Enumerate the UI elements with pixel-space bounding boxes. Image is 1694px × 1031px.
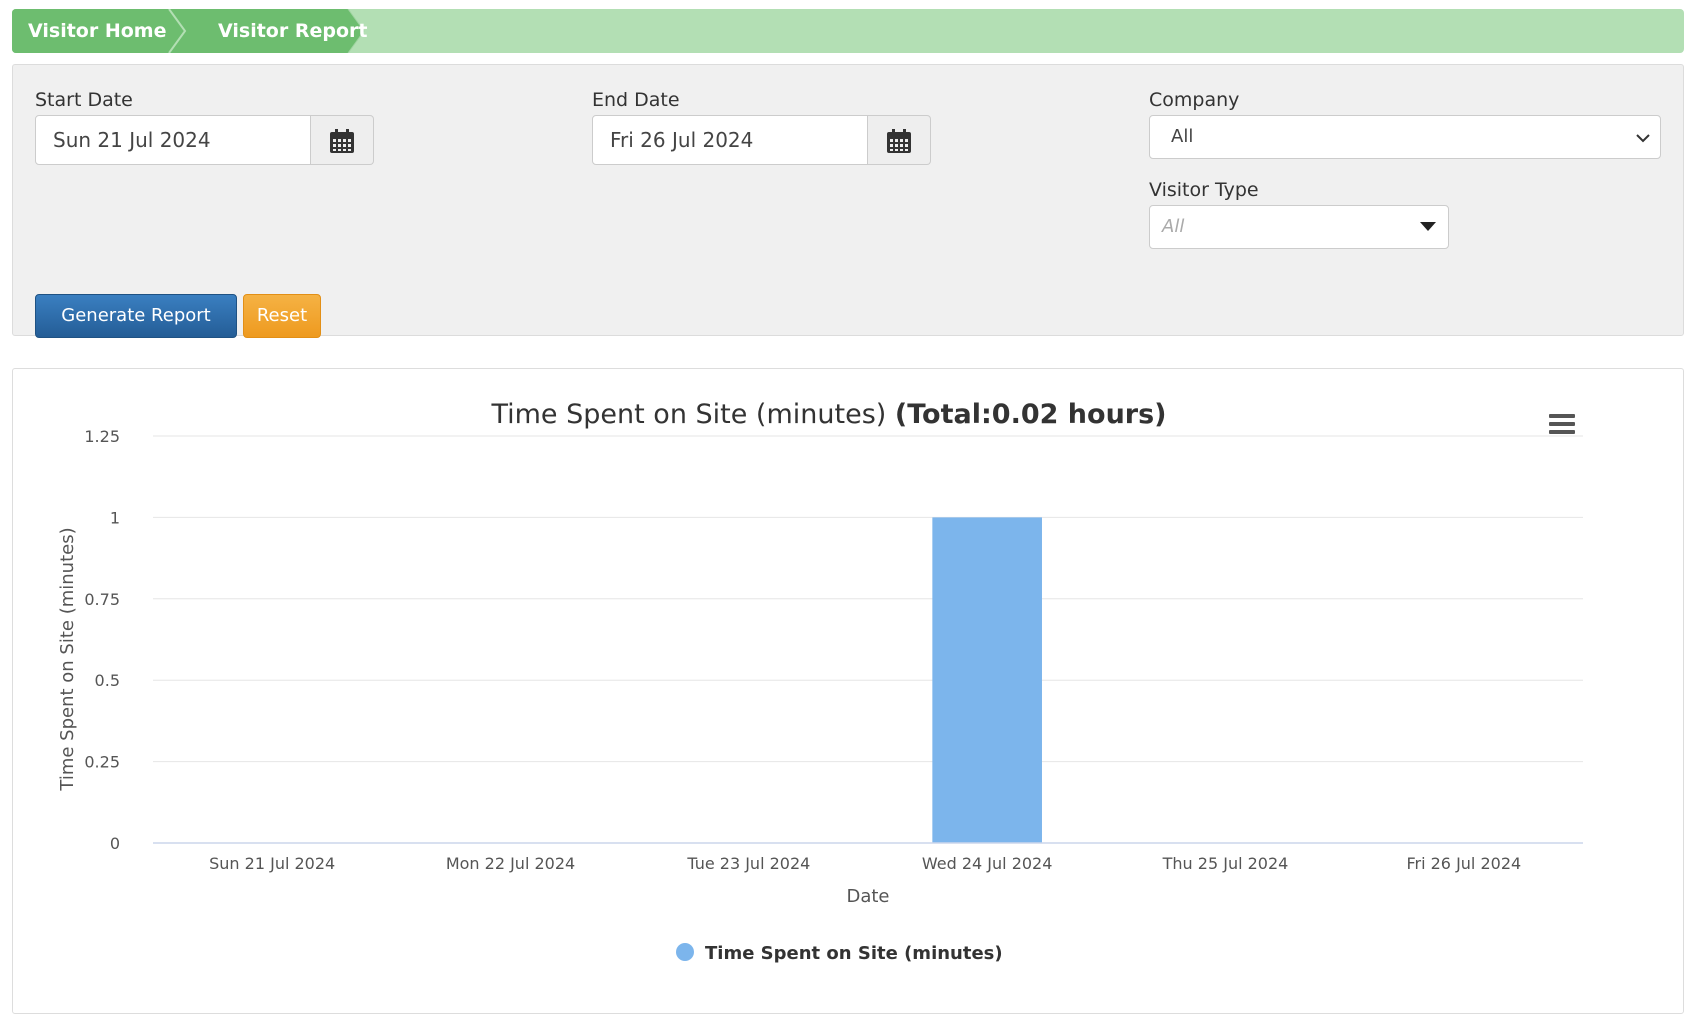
- caret-down-icon: [1420, 222, 1436, 231]
- legend-label: Time Spent on Site (minutes): [705, 943, 1003, 964]
- x-axis-title: Date: [846, 886, 889, 907]
- breadcrumb-current-label: Visitor Report: [218, 20, 368, 42]
- x-axis-ticks: Sun 21 Jul 2024 Mon 22 Jul 2024 Tue 23 Jul…: [209, 854, 1521, 873]
- reset-button[interactable]: Reset: [243, 294, 321, 338]
- x-tick-label: Mon 22 Jul 2024: [446, 854, 575, 873]
- filter-panel: Start Date Sun 21 Jul 2024 End Date Fri …: [12, 64, 1684, 338]
- y-tick-label: 0: [110, 834, 120, 853]
- y-axis-title: Time Spent on Site (minutes): [57, 527, 78, 791]
- chart-plot: 0 0.25 0.5 0.75 1 1.25 Sun 21 Jul 2024 Mon 22 …: [57, 427, 1583, 964]
- visitor-type-placeholder: All: [1162, 216, 1185, 237]
- legend-marker: [676, 943, 694, 961]
- y-tick-label: 1.25: [84, 427, 120, 446]
- x-tick-label: Wed 24 Jul 2024: [922, 854, 1053, 873]
- start-date-label: Start Date: [35, 89, 133, 111]
- chart-bars: [932, 517, 1042, 843]
- visitor-type-select[interactable]: All: [1149, 205, 1449, 249]
- chart-panel: Time Spent on Site (minutes) (Total:0.02…: [12, 368, 1684, 1014]
- y-tick-label: 0.25: [84, 753, 120, 772]
- breadcrumb-home-label: Visitor Home: [28, 20, 167, 42]
- calendar-icon: [887, 129, 911, 153]
- company-label: Company: [1149, 89, 1240, 111]
- chart-gridlines: [153, 435, 1583, 763]
- y-axis-ticks: 0 0.25 0.5 0.75 1 1.25: [84, 427, 120, 853]
- calendar-icon: [330, 129, 354, 153]
- y-tick-label: 0.75: [84, 590, 120, 609]
- x-tick-label: Thu 25 Jul 2024: [1162, 854, 1289, 873]
- visitor-type-label: Visitor Type: [1149, 179, 1259, 201]
- end-date-input[interactable]: Fri 26 Jul 2024: [592, 115, 868, 165]
- end-date-calendar-button[interactable]: [868, 115, 931, 165]
- breadcrumb-visitor-home[interactable]: Visitor Home: [12, 9, 197, 53]
- x-tick-label: Tue 23 Jul 2024: [686, 854, 810, 873]
- breadcrumb-visitor-report[interactable]: Visitor Report: [175, 9, 380, 53]
- company-select[interactable]: All: [1149, 115, 1661, 159]
- chevron-down-icon: [1636, 134, 1650, 143]
- start-date-calendar-button[interactable]: [311, 115, 374, 165]
- end-date-label: End Date: [592, 89, 680, 111]
- x-tick-label: Fri 26 Jul 2024: [1406, 854, 1521, 873]
- company-select-value: All: [1171, 126, 1194, 147]
- start-date-input[interactable]: Sun 21 Jul 2024: [35, 115, 311, 165]
- chart-bar[interactable]: [932, 517, 1042, 843]
- y-tick-label: 1: [110, 508, 120, 527]
- y-tick-label: 0.5: [95, 671, 120, 690]
- breadcrumb: Visitor Home Visitor Report: [12, 9, 1684, 53]
- generate-report-button[interactable]: Generate Report: [35, 294, 237, 338]
- x-tick-label: Sun 21 Jul 2024: [209, 854, 335, 873]
- chart-legend[interactable]: Time Spent on Site (minutes): [676, 943, 1003, 964]
